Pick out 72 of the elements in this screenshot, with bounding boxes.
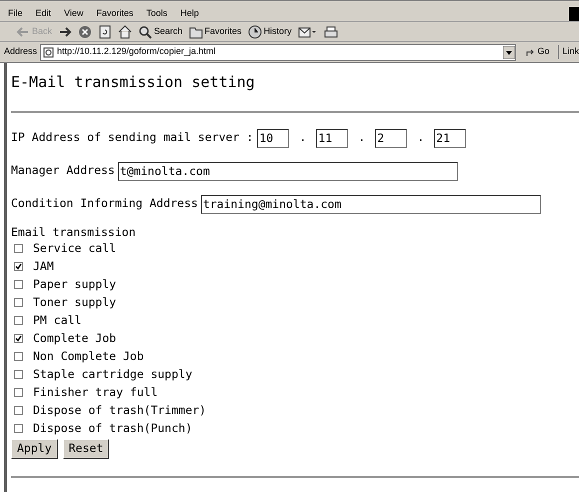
address-field[interactable]: http://10.11.2.129/goform/copier_ja.html: [40, 44, 516, 60]
field-label: Manager Address: [11, 162, 115, 180]
toolbar-button[interactable]: Search: [138, 24, 183, 38]
menu-item[interactable]: File: [8, 6, 23, 20]
option-label: Toner supply: [33, 294, 116, 311]
option-label: JAM: [33, 258, 54, 275]
refresh-icon: [98, 24, 112, 38]
mail-icon: [298, 24, 318, 38]
address-input[interactable]: t@minolta.com: [118, 162, 458, 180]
checkbox[interactable]: [14, 316, 23, 325]
checkbox[interactable]: [14, 334, 23, 343]
checkbox[interactable]: [14, 280, 23, 289]
stop-icon: [78, 24, 92, 38]
option-label: Service call: [33, 240, 116, 257]
option-label: Paper supply: [33, 276, 116, 293]
toolbar-button[interactable]: [298, 24, 318, 38]
form-button[interactable]: Apply: [11, 438, 58, 458]
globe-icon: [248, 24, 262, 38]
address-label: Address: [4, 45, 38, 58]
back-arrow-icon: [16, 24, 30, 38]
go-arrow-icon: [525, 47, 536, 57]
menu-item[interactable]: View: [64, 6, 84, 20]
ip-separator: .: [357, 129, 366, 146]
checkbox[interactable]: [14, 244, 23, 253]
ip-octet-field[interactable]: 21: [434, 128, 466, 148]
checkbox[interactable]: [14, 388, 23, 397]
ip-octet-field[interactable]: 10: [257, 128, 290, 148]
menu-item[interactable]: Edit: [36, 6, 52, 20]
dropdown-arrow-icon[interactable]: [503, 46, 516, 58]
toolbar-button[interactable]: [118, 24, 132, 38]
menu-item[interactable]: Help: [180, 6, 199, 20]
ip-octet-field[interactable]: 11: [316, 128, 348, 148]
form-button[interactable]: Reset: [62, 438, 110, 458]
toolbar-button[interactable]: [324, 24, 338, 38]
menu-item[interactable]: Tools: [146, 6, 168, 20]
checkbox[interactable]: [14, 352, 23, 361]
check-icon: [15, 335, 22, 342]
menu-item[interactable]: Favorites: [96, 6, 134, 20]
folder-icon: [188, 24, 203, 38]
page-icon: [43, 46, 54, 58]
option-label: Dispose of trash(Trimmer): [33, 402, 206, 419]
section-label: Email transmission: [11, 224, 137, 240]
toolbar-button[interactable]: [78, 24, 92, 38]
toolbar-button[interactable]: History: [248, 24, 292, 38]
search-icon: [138, 24, 152, 38]
checkbox[interactable]: [14, 370, 23, 379]
toolbar-button[interactable]: [58, 24, 72, 38]
forward-arrow-icon: [58, 24, 72, 38]
checkbox[interactable]: [14, 406, 23, 415]
field-label: Condition Informing Address: [11, 195, 198, 212]
printer-icon: [324, 24, 338, 38]
page-title: E-Mail transmission setting: [11, 72, 256, 93]
toolbar-button[interactable]: [98, 24, 112, 38]
ip-octet-field[interactable]: 2: [375, 128, 408, 148]
go-button[interactable]: Go: [519, 45, 556, 59]
links-label[interactable]: Link: [558, 45, 579, 59]
option-label: PM call: [33, 312, 82, 329]
option-label: Staple cartridge supply: [33, 366, 192, 383]
option-label: Dispose of trash(Punch): [33, 420, 192, 437]
option-label: Non Complete Job: [33, 348, 144, 365]
toolbar-button[interactable]: Favorites: [188, 24, 242, 38]
checkbox[interactable]: [14, 298, 23, 307]
ip-separator: .: [298, 129, 308, 146]
home-icon: [118, 24, 132, 38]
checkbox[interactable]: [14, 262, 23, 271]
check-icon: [15, 263, 22, 270]
ip-label: IP Address of sending mail server :: [11, 129, 254, 146]
option-label: Finisher tray full: [33, 384, 158, 401]
address-input[interactable]: training@minolta.com: [200, 194, 541, 214]
checkbox[interactable]: [14, 424, 23, 433]
option-label: Complete Job: [33, 330, 116, 347]
ip-separator: .: [416, 129, 426, 146]
